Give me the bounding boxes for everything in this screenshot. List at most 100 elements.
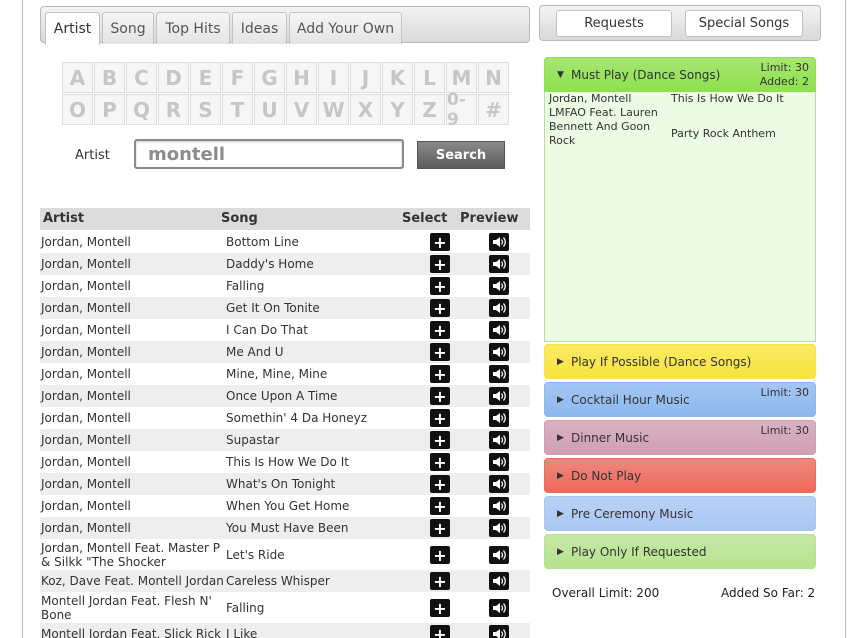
- preview-speaker-icon[interactable]: [489, 546, 509, 564]
- category-play-only-if-requested[interactable]: ▶ Play Only If Requested: [544, 534, 816, 569]
- category-must-play-dance-songs[interactable]: ▼ Must Play (Dance Songs) Limit: 30 Added: …: [544, 57, 816, 92]
- preview-speaker-icon[interactable]: [489, 277, 509, 295]
- selected-song[interactable]: This Is How We Do It: [671, 92, 784, 106]
- letter-b[interactable]: B: [94, 62, 125, 93]
- letter-h[interactable]: H: [286, 62, 317, 93]
- preview-speaker-icon[interactable]: [489, 321, 509, 339]
- letter-e[interactable]: E: [190, 62, 221, 93]
- letter-g[interactable]: G: [254, 62, 285, 93]
- letter-z[interactable]: Z: [414, 94, 445, 125]
- preview-speaker-icon[interactable]: [489, 409, 509, 427]
- letter-q[interactable]: Q: [126, 94, 157, 125]
- add-song-button[interactable]: +: [430, 343, 450, 362]
- add-song-button[interactable]: +: [430, 255, 450, 274]
- letter-k[interactable]: K: [382, 62, 413, 93]
- add-song-button[interactable]: +: [430, 387, 450, 406]
- category-do-not-play[interactable]: ▶ Do Not Play: [544, 458, 816, 493]
- letter-y[interactable]: Y: [382, 94, 413, 125]
- add-song-button[interactable]: +: [430, 453, 450, 472]
- letter-a[interactable]: A: [62, 62, 93, 93]
- tab-special-songs[interactable]: Special Songs: [685, 10, 803, 37]
- tab-song[interactable]: Song: [102, 12, 154, 44]
- letter-o[interactable]: O: [62, 94, 93, 125]
- letter-i[interactable]: I: [318, 62, 349, 93]
- preview-speaker-icon[interactable]: [489, 343, 509, 361]
- preview-speaker-icon[interactable]: [489, 387, 509, 405]
- add-song-button[interactable]: +: [430, 233, 450, 252]
- search-button[interactable]: Search: [417, 141, 505, 169]
- add-song-button[interactable]: +: [430, 572, 450, 591]
- preview-speaker-icon[interactable]: [489, 299, 509, 317]
- category-pre-ceremony-music[interactable]: ▶ Pre Ceremony Music: [544, 496, 816, 531]
- column-header-artist[interactable]: Artist: [43, 211, 84, 226]
- preview-speaker-icon[interactable]: [489, 519, 509, 537]
- tab-requests[interactable]: Requests: [556, 10, 672, 37]
- table-row: Jordan, Montell This Is How We Do It +: [40, 451, 530, 473]
- caret-right-icon: ▶: [557, 547, 564, 557]
- add-song-button[interactable]: +: [430, 497, 450, 516]
- row-song: Falling: [226, 601, 265, 615]
- letter-#[interactable]: #: [478, 94, 509, 125]
- letter-l[interactable]: L: [414, 62, 445, 93]
- letter-c[interactable]: C: [126, 62, 157, 93]
- row-song: Me And U: [226, 345, 284, 359]
- letter-0-9[interactable]: 0-9: [446, 90, 477, 130]
- selected-artist[interactable]: Jordan, Montell: [549, 92, 631, 106]
- row-artist: Jordan, Montell: [41, 279, 131, 293]
- row-artist: Jordan, Montell: [41, 521, 131, 535]
- add-song-button[interactable]: +: [430, 321, 450, 340]
- category-cocktail-hour-music[interactable]: ▶ Cocktail Hour Music Limit: 30: [544, 382, 816, 417]
- selected-song[interactable]: Party Rock Anthem: [671, 127, 776, 141]
- letter-j[interactable]: J: [350, 62, 381, 93]
- preview-speaker-icon[interactable]: [489, 365, 509, 383]
- preview-speaker-icon[interactable]: [489, 475, 509, 493]
- category-dinner-music[interactable]: ▶ Dinner Music Limit: 30: [544, 420, 816, 455]
- letter-s[interactable]: S: [190, 94, 221, 125]
- letter-m[interactable]: M: [446, 62, 477, 93]
- row-artist: Jordan, Montell: [41, 433, 131, 447]
- category-limit-value: Limit: 30: [760, 61, 809, 74]
- row-artist: Jordan, Montell: [41, 235, 131, 249]
- add-song-button[interactable]: +: [430, 365, 450, 384]
- letter-u[interactable]: U: [254, 94, 285, 125]
- selected-artist[interactable]: LMFAO Feat. Lauren Bennett And Goon Rock: [549, 106, 658, 148]
- letter-x[interactable]: X: [350, 94, 381, 125]
- add-song-button[interactable]: +: [430, 546, 450, 565]
- category-play-if-possible-dance-songs[interactable]: ▶ Play If Possible (Dance Songs): [544, 344, 816, 379]
- add-song-button[interactable]: +: [430, 409, 450, 428]
- letter-r[interactable]: R: [158, 94, 189, 125]
- tab-top-hits[interactable]: Top Hits: [156, 12, 230, 44]
- letter-w[interactable]: W: [318, 94, 349, 125]
- add-song-button[interactable]: +: [430, 475, 450, 494]
- preview-speaker-icon[interactable]: [489, 625, 509, 638]
- preview-speaker-icon[interactable]: [489, 599, 509, 617]
- preview-speaker-icon[interactable]: [489, 431, 509, 449]
- add-song-button[interactable]: +: [430, 299, 450, 318]
- caret-down-icon: ▼: [557, 70, 564, 80]
- table-row: Jordan, Montell Daddy's Home +: [40, 253, 530, 275]
- letter-v[interactable]: V: [286, 94, 317, 125]
- letter-t[interactable]: T: [222, 94, 253, 125]
- caret-right-icon: ▶: [557, 433, 564, 443]
- tab-add-your-own[interactable]: Add Your Own: [289, 12, 402, 44]
- letter-d[interactable]: D: [158, 62, 189, 93]
- letter-f[interactable]: F: [222, 62, 253, 93]
- preview-speaker-icon[interactable]: [489, 497, 509, 515]
- add-song-button[interactable]: +: [430, 277, 450, 296]
- row-song: This Is How We Do It: [226, 455, 349, 469]
- preview-speaker-icon[interactable]: [489, 233, 509, 251]
- letter-n[interactable]: N: [478, 62, 509, 93]
- preview-speaker-icon[interactable]: [489, 453, 509, 471]
- preview-speaker-icon[interactable]: [489, 255, 509, 273]
- tab-ideas[interactable]: Ideas: [232, 12, 287, 44]
- row-song: I Can Do That: [226, 323, 308, 337]
- add-song-button[interactable]: +: [430, 625, 450, 638]
- add-song-button[interactable]: +: [430, 599, 450, 618]
- artist-search-input[interactable]: [134, 139, 404, 169]
- letter-p[interactable]: P: [94, 94, 125, 125]
- column-header-song[interactable]: Song: [221, 211, 258, 226]
- add-song-button[interactable]: +: [430, 431, 450, 450]
- preview-speaker-icon[interactable]: [489, 572, 509, 590]
- add-song-button[interactable]: +: [430, 519, 450, 538]
- tab-artist[interactable]: Artist: [45, 12, 100, 45]
